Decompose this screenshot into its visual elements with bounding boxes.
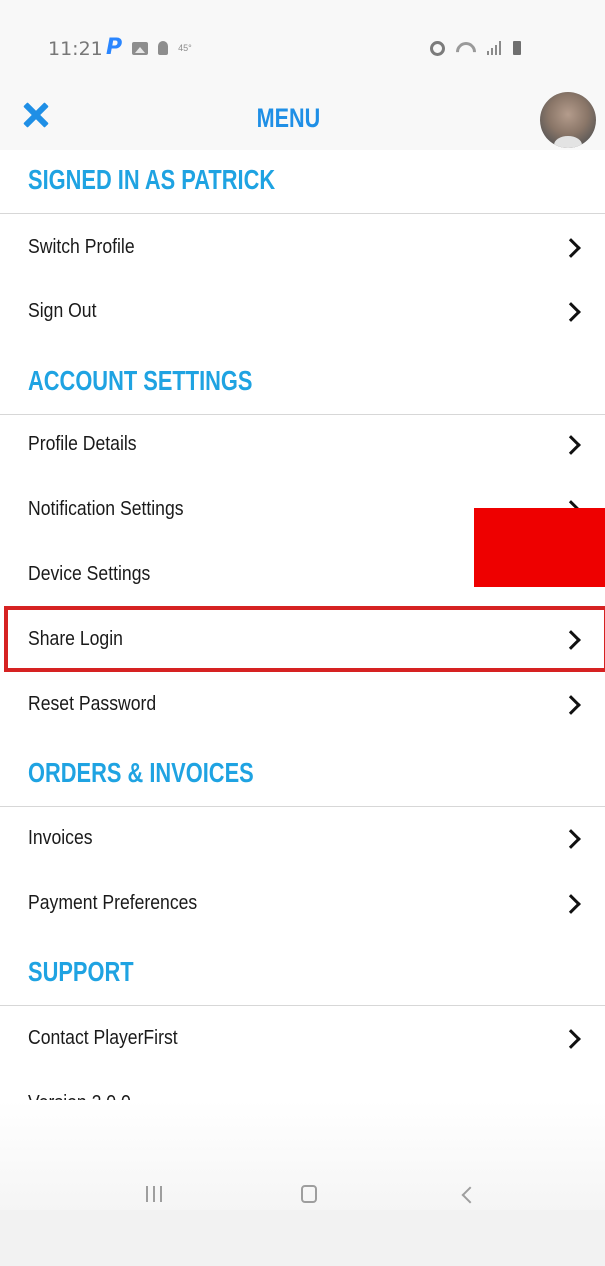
temperature-text: 45° xyxy=(178,43,192,53)
signal-icon xyxy=(487,41,502,55)
chevron-right-icon xyxy=(561,894,581,914)
section-header-account-settings: ACCOUNT SETTINGS xyxy=(0,351,605,415)
menu-item-label: Invoices xyxy=(28,827,93,849)
menu-item-reset-password[interactable]: Reset Password xyxy=(0,674,605,738)
wifi-icon xyxy=(456,40,476,56)
section-title: SIGNED IN AS PATRICK xyxy=(28,164,276,195)
avatar[interactable] xyxy=(540,92,596,148)
alarm-icon xyxy=(430,40,445,56)
section-title: ACCOUNT SETTINGS xyxy=(28,365,253,396)
phone-screen: 11:21 P 45° MENU SIGNED IN AS PATRICK Sw… xyxy=(0,0,605,1266)
chevron-right-icon xyxy=(561,435,581,455)
menu-item-label: Profile Details xyxy=(28,433,137,455)
menu-item-switch-profile[interactable]: Switch Profile xyxy=(0,217,605,281)
chevron-right-icon xyxy=(561,238,581,258)
redaction-block xyxy=(474,508,605,587)
menu-item-label: Switch Profile xyxy=(28,236,135,258)
status-time: 11:21 xyxy=(48,38,103,60)
section-title: ORDERS & INVOICES xyxy=(28,757,254,788)
home-icon[interactable] xyxy=(301,1185,317,1203)
status-right-icons xyxy=(430,38,521,58)
section-header-signed-in: SIGNED IN AS PATRICK xyxy=(0,150,605,214)
page-title: MENU xyxy=(256,103,321,133)
chevron-right-icon xyxy=(561,695,581,715)
menu-item-profile-details[interactable]: Profile Details xyxy=(0,414,605,478)
nav-bar xyxy=(0,1210,605,1266)
p-app-icon: P xyxy=(106,35,123,60)
menu-item-label: Device Settings xyxy=(28,563,151,585)
menu-item-label: Reset Password xyxy=(28,693,157,715)
battery-icon xyxy=(513,41,521,55)
chevron-right-icon xyxy=(561,1029,581,1049)
section-header-orders-invoices: ORDERS & INVOICES xyxy=(0,743,605,807)
section-title: SUPPORT xyxy=(28,956,134,987)
status-left-icons: P 45° xyxy=(106,35,192,60)
close-icon[interactable] xyxy=(24,103,48,127)
menu-item-label: Contact PlayerFirst xyxy=(28,1027,178,1049)
chevron-right-icon xyxy=(561,829,581,849)
menu-item-label: Notification Settings xyxy=(28,498,184,520)
chevron-right-icon xyxy=(561,302,581,322)
menu-item-contact-playerfirst[interactable]: Contact PlayerFirst xyxy=(0,1008,605,1072)
menu-item-sign-out[interactable]: Sign Out xyxy=(0,281,605,345)
recent-apps-icon[interactable] xyxy=(146,1186,162,1202)
menu-item-label: Sign Out xyxy=(28,300,97,322)
section-header-support: SUPPORT xyxy=(0,942,605,1006)
menu-item-payment-preferences[interactable]: Payment Preferences xyxy=(0,873,605,937)
image-icon xyxy=(132,41,149,55)
bulb-icon xyxy=(158,41,169,55)
highlight-box xyxy=(4,606,605,672)
menu-item-label: Payment Preferences xyxy=(28,892,198,914)
menu-item-invoices[interactable]: Invoices xyxy=(0,808,605,872)
